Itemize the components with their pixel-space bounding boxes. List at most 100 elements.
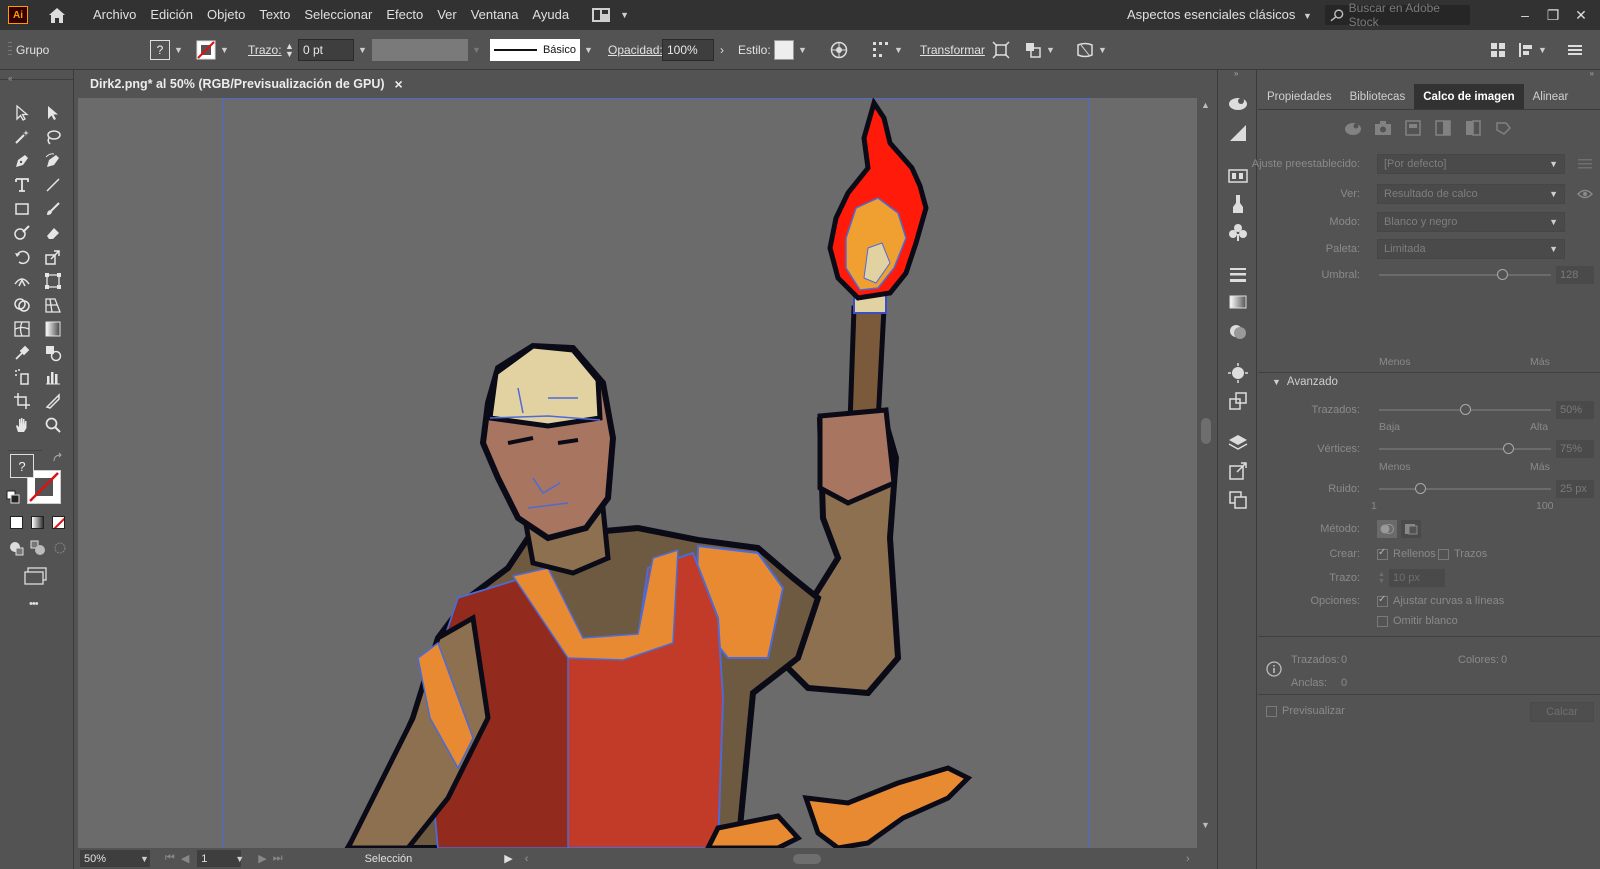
preview-checkbox-box[interactable]: [1266, 705, 1277, 717]
close-tab-icon[interactable]: ×: [395, 76, 403, 92]
magic-wand-tool[interactable]: [9, 126, 35, 148]
image-trace-panel-icon[interactable]: [1227, 92, 1249, 114]
paintbrush-tool[interactable]: [40, 198, 66, 220]
shaper-tool[interactable]: [9, 222, 35, 244]
control-bar-menu-button[interactable]: [1568, 30, 1582, 70]
draw-behind-icon[interactable]: [30, 540, 46, 556]
envelope-distort-button[interactable]: ▼: [1076, 30, 1107, 70]
threshold-value[interactable]: 128: [1556, 266, 1594, 284]
rotate-tool[interactable]: [9, 246, 35, 268]
menu-edicion[interactable]: Edición: [143, 0, 200, 30]
traced-artwork[interactable]: [78, 98, 1197, 848]
opacity-input[interactable]: 100% ›: [662, 30, 724, 70]
stroke-weight-stepper[interactable]: ▲ ▼: [285, 30, 294, 70]
align-panel-button[interactable]: [1490, 30, 1506, 70]
shape-builder-tool[interactable]: [9, 294, 35, 316]
opacity-label[interactable]: Opacidad:: [608, 30, 663, 70]
eyedropper-tool[interactable]: [9, 342, 35, 364]
ignore-white-checkbox-box[interactable]: [1377, 615, 1388, 627]
status-menu-arrow-icon[interactable]: ▶: [504, 852, 512, 865]
collapse-arrows-icon[interactable]: «: [8, 74, 12, 83]
swatches-icon[interactable]: [1227, 165, 1249, 187]
arrange-documents-button[interactable]: ▼: [592, 8, 629, 22]
stroke-stepper-icon[interactable]: ▲ ▼: [1378, 571, 1385, 585]
collapse-panel-arrow[interactable]: »: [1590, 69, 1594, 78]
slice-tool[interactable]: [40, 390, 66, 412]
zoom-tool[interactable]: [40, 414, 66, 436]
last-artboard-icon[interactable]: ⏭: [273, 852, 283, 865]
paths-slider[interactable]: [1379, 404, 1551, 415]
selection-tool[interactable]: [9, 102, 35, 124]
recolor-artwork-button[interactable]: [830, 30, 848, 70]
perspective-grid-tool[interactable]: [40, 294, 66, 316]
appearance-icon[interactable]: [1227, 362, 1249, 384]
preset-dropdown[interactable]: [Por defecto] ▼: [1377, 154, 1565, 174]
paths-value[interactable]: 50%: [1556, 401, 1594, 419]
tools-panel-grip[interactable]: «: [0, 70, 73, 83]
corners-slider[interactable]: [1379, 443, 1551, 454]
edit-toolbar-button[interactable]: •••: [29, 598, 39, 610]
stroke-weight-input[interactable]: 0 pt ▼: [298, 30, 367, 70]
export-assets-icon[interactable]: [1227, 460, 1249, 482]
home-icon[interactable]: [46, 5, 68, 25]
distribute-button[interactable]: ▼: [1518, 30, 1547, 70]
grayscale-icon[interactable]: [1434, 120, 1452, 136]
tab-image-trace[interactable]: Calco de imagen: [1414, 84, 1524, 109]
mesh-tool[interactable]: [9, 318, 35, 340]
menu-archivo[interactable]: Archivo: [86, 0, 143, 30]
previous-artboard-icon[interactable]: ◀: [181, 852, 189, 865]
artboard-tool[interactable]: [9, 390, 35, 412]
line-segment-tool[interactable]: [40, 174, 66, 196]
fill-swatch[interactable]: ?: [10, 454, 34, 478]
tab-align[interactable]: Alinear: [1524, 84, 1578, 109]
stroke-panel-icon[interactable]: [1227, 263, 1249, 285]
curvature-tool[interactable]: [40, 150, 66, 172]
gradient-tool[interactable]: [40, 318, 66, 340]
chevron-down-icon[interactable]: ▼: [140, 854, 149, 864]
menu-ver[interactable]: Ver: [430, 0, 464, 30]
document-tab[interactable]: Dirk2.png* al 50% (RGB/Previsualización …: [80, 72, 413, 96]
menu-ventana[interactable]: Ventana: [464, 0, 526, 30]
align-distribute-button[interactable]: ▼: [872, 30, 903, 70]
vertical-scrollbar[interactable]: ▲ ▼: [1197, 98, 1215, 848]
eye-icon[interactable]: [1577, 189, 1593, 199]
variable-width-profile[interactable]: ▼: [372, 30, 481, 70]
trace-button[interactable]: Calcar: [1530, 702, 1594, 722]
view-dropdown[interactable]: Resultado de calco ▼: [1377, 184, 1565, 204]
pen-tool[interactable]: [9, 150, 35, 172]
collapse-icons-arrow[interactable]: »: [1234, 69, 1238, 78]
graphic-style-dropdown[interactable]: ▼: [774, 30, 807, 70]
paths-slider-knob[interactable]: [1459, 404, 1471, 415]
menu-efecto[interactable]: Efecto: [379, 0, 430, 30]
direct-selection-tool[interactable]: [40, 102, 66, 124]
transparency-icon[interactable]: [1227, 321, 1249, 343]
scroll-up-icon[interactable]: ▲: [1201, 100, 1210, 110]
threshold-slider[interactable]: [1379, 269, 1551, 280]
brushes-icon[interactable]: [1227, 193, 1249, 215]
arrange-button[interactable]: ▼: [1024, 30, 1055, 70]
strokes-checkbox[interactable]: Trazos: [1438, 548, 1487, 560]
fills-checkbox-box[interactable]: [1377, 547, 1388, 560]
chevron-down-icon[interactable]: ▼: [235, 854, 244, 864]
close-window-button[interactable]: ✕: [1568, 0, 1594, 30]
high-color-icon[interactable]: [1374, 120, 1392, 136]
scroll-left-icon[interactable]: ‹: [525, 853, 529, 865]
draw-inside-icon[interactable]: [52, 540, 68, 556]
fills-checkbox[interactable]: Rellenos: [1377, 547, 1436, 560]
free-transform-tool[interactable]: [40, 270, 66, 292]
noise-slider[interactable]: [1379, 483, 1551, 494]
control-bar-grip[interactable]: [8, 30, 16, 70]
horizontal-scroll-thumb[interactable]: [793, 854, 821, 864]
noise-value[interactable]: 25 px: [1556, 480, 1594, 498]
menu-objeto[interactable]: Objeto: [200, 0, 252, 30]
corners-value[interactable]: 75%: [1556, 440, 1594, 458]
next-artboard-icon[interactable]: ▶: [258, 852, 266, 865]
canvas[interactable]: [78, 98, 1197, 848]
none-mode-button[interactable]: [52, 516, 65, 529]
auto-color-icon[interactable]: [1344, 120, 1362, 136]
mode-dropdown[interactable]: Blanco y negro ▼: [1377, 212, 1565, 232]
menu-seleccionar[interactable]: Seleccionar: [297, 0, 379, 30]
swap-fill-stroke-icon[interactable]: [52, 452, 64, 467]
preset-menu-icon[interactable]: [1578, 158, 1592, 170]
hand-tool[interactable]: [9, 414, 35, 436]
